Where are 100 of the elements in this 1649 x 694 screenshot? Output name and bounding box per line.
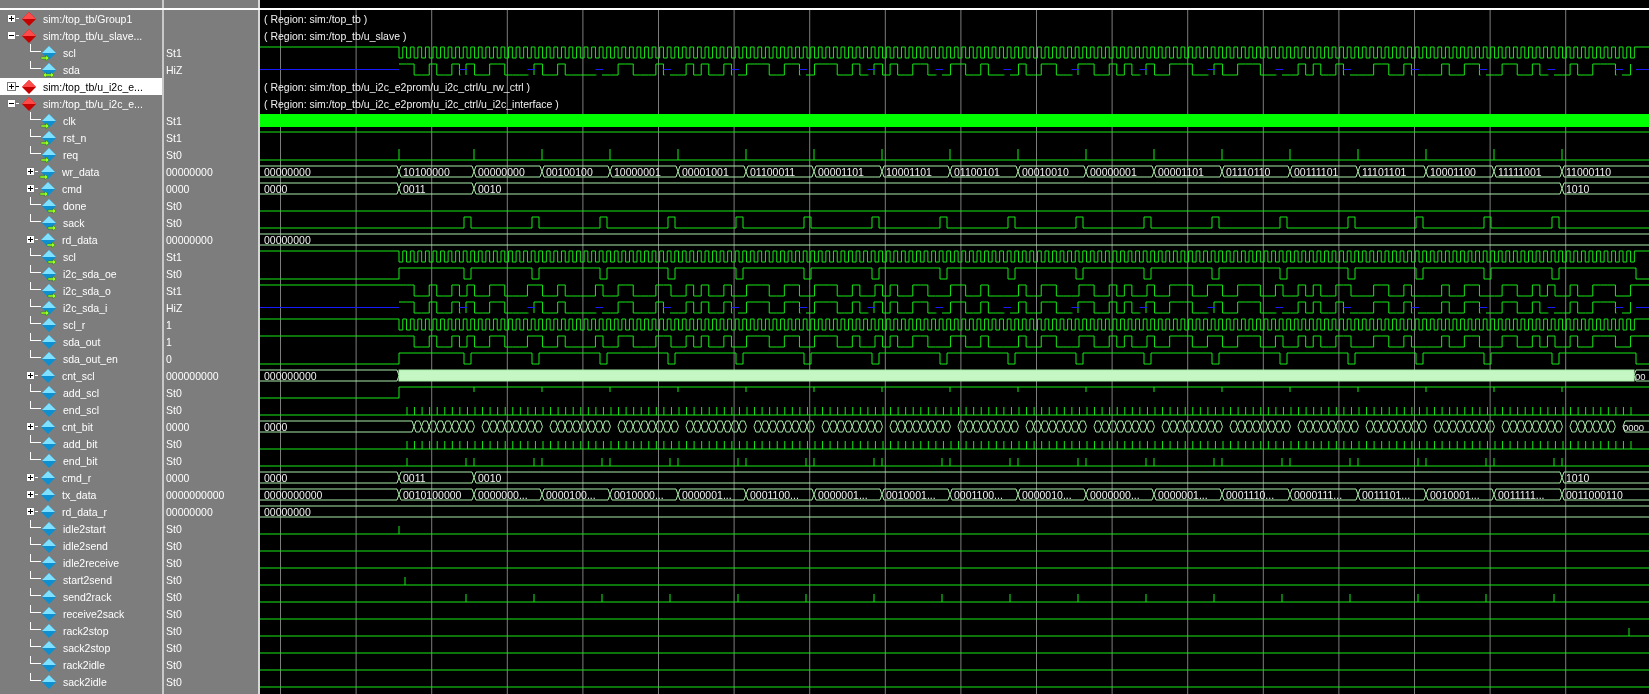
- diamond-icon: [20, 27, 38, 44]
- signal-name: add_scl: [63, 386, 100, 399]
- tree-row[interactable]: sack2stop: [0, 639, 162, 656]
- signal-name: i2c_sda_i: [63, 301, 108, 314]
- tree-row[interactable]: sda_out: [0, 333, 162, 350]
- signal-value: St0: [166, 454, 182, 467]
- expand-button[interactable]: [26, 507, 35, 516]
- signal-value: St1: [166, 250, 182, 263]
- signal-value: St0: [166, 148, 182, 161]
- tree-row[interactable]: add_bit: [0, 435, 162, 452]
- tree-row[interactable]: idle2send: [0, 537, 162, 554]
- signal-name: sda_out: [63, 335, 101, 348]
- tree-line: [35, 375, 38, 376]
- bus-value: 0000000...: [1090, 488, 1140, 501]
- tree-line: [35, 494, 38, 495]
- expand-button[interactable]: [26, 235, 35, 244]
- tree-row[interactable]: end_scl: [0, 401, 162, 418]
- tree-row[interactable]: cmd_r: [0, 469, 162, 486]
- signal-name: send2rack: [63, 590, 112, 603]
- tree-row[interactable]: rack2idle: [0, 656, 162, 673]
- expand-button[interactable]: [26, 422, 35, 431]
- tree-row[interactable]: idle2start: [0, 520, 162, 537]
- bus-value: 00001101: [1158, 165, 1204, 178]
- tree-line: [35, 511, 38, 512]
- tree-line: [30, 452, 41, 460]
- tree-row[interactable]: rack2stop: [0, 622, 162, 639]
- tree-line: [30, 333, 41, 341]
- tree-row[interactable]: scl: [0, 248, 162, 265]
- tree-line: [30, 639, 41, 647]
- tree-row[interactable]: done: [0, 197, 162, 214]
- expand-button[interactable]: [26, 371, 35, 380]
- tree-row[interactable]: i2c_sda_o: [0, 282, 162, 299]
- signal-name: tx_data: [62, 488, 97, 501]
- bus-value: 1010: [1566, 471, 1590, 484]
- signal-value: St0: [166, 539, 182, 552]
- tree-row[interactable]: sack2idle: [0, 673, 162, 690]
- signal-name: sim:/top_tb/Group1: [43, 12, 133, 25]
- tree-row[interactable]: i2c_sda_oe: [0, 265, 162, 282]
- signal-name: scl_r: [63, 318, 86, 331]
- bus-value: 0011101...: [1362, 488, 1411, 501]
- expand-button[interactable]: [26, 167, 35, 176]
- tree-line: [30, 571, 41, 579]
- tree-row[interactable]: i2c_sda_i: [0, 299, 162, 316]
- expand-button[interactable]: [26, 490, 35, 499]
- tree-row[interactable]: receive2sack: [0, 605, 162, 622]
- region-label: ( Region: sim:/top_tb/u_i2c_e2prom/u_i2c_ctrl/u_rw_ctrl ): [264, 80, 531, 93]
- tree-line: [30, 384, 41, 392]
- tree-row[interactable]: rst_n: [0, 129, 162, 146]
- expand-button[interactable]: [7, 31, 16, 40]
- tree-row[interactable]: scl: [0, 44, 162, 61]
- signal-value: St0: [166, 590, 182, 603]
- signal-value: St0: [166, 624, 182, 637]
- expand-button[interactable]: [7, 14, 16, 23]
- tree-row[interactable]: end_bit: [0, 452, 162, 469]
- signal-name: start2send: [63, 573, 113, 586]
- tree-row[interactable]: cnt_scl: [0, 367, 162, 384]
- tree-row[interactable]: start2send: [0, 571, 162, 588]
- bus-value: 00000000: [478, 165, 525, 178]
- tree-row[interactable]: sim:/top_tb/Group1: [0, 10, 162, 27]
- tree-row[interactable]: idle2receive: [0, 554, 162, 571]
- bus-value: 0001100...: [750, 488, 799, 501]
- tree-row[interactable]: tx_data: [0, 486, 162, 503]
- tree-row[interactable]: sim:/top_tb/u_slave...: [0, 27, 162, 44]
- tree-row[interactable]: clk: [0, 112, 162, 129]
- tree-row[interactable]: send2rack: [0, 588, 162, 605]
- tree-line: [30, 520, 41, 528]
- signal-name: clk: [63, 114, 76, 127]
- tree-row[interactable]: wr_data: [0, 163, 162, 180]
- tree-row[interactable]: req: [0, 146, 162, 163]
- tree-line: [30, 401, 41, 409]
- bus-value: 0000: [264, 420, 288, 433]
- bus-value: 00100100: [546, 165, 593, 178]
- tree-row[interactable]: sack: [0, 214, 162, 231]
- tree-row[interactable]: sda: [0, 61, 162, 78]
- signal-value: HiZ: [166, 301, 183, 314]
- bus-value: 0001100...: [954, 488, 1003, 501]
- tree-line: [16, 18, 19, 19]
- expand-button[interactable]: [26, 473, 35, 482]
- region-label: ( Region: sim:/top_tb ): [264, 12, 368, 25]
- tree-row[interactable]: sda_out_en: [0, 350, 162, 367]
- tree-row[interactable]: add_scl: [0, 384, 162, 401]
- tree-line: [30, 299, 41, 307]
- tree-row[interactable]: sim:/top_tb/u_i2c_e...: [0, 95, 162, 112]
- signal-name: rd_data: [62, 233, 98, 246]
- expand-button[interactable]: [7, 82, 16, 91]
- expand-button[interactable]: [7, 99, 16, 108]
- region-label: ( Region: sim:/top_tb/u_slave ): [264, 29, 407, 42]
- bus-value: 0000001...: [682, 488, 732, 501]
- tree-row[interactable]: rd_data_r: [0, 503, 162, 520]
- tree-line: [30, 537, 41, 545]
- tree-line: [30, 214, 41, 222]
- expand-button[interactable]: [26, 184, 35, 193]
- tree-row[interactable]: rd_data: [0, 231, 162, 248]
- tree-row[interactable]: sim:/top_tb/u_i2c_e...: [0, 78, 162, 95]
- tree-row[interactable]: cmd: [0, 180, 162, 197]
- tree-row[interactable]: cnt_bit: [0, 418, 162, 435]
- bus-value: 01100011: [750, 165, 796, 178]
- signal-name: i2c_sda_oe: [63, 267, 117, 280]
- tree-line: [30, 435, 41, 443]
- tree-row[interactable]: scl_r: [0, 316, 162, 333]
